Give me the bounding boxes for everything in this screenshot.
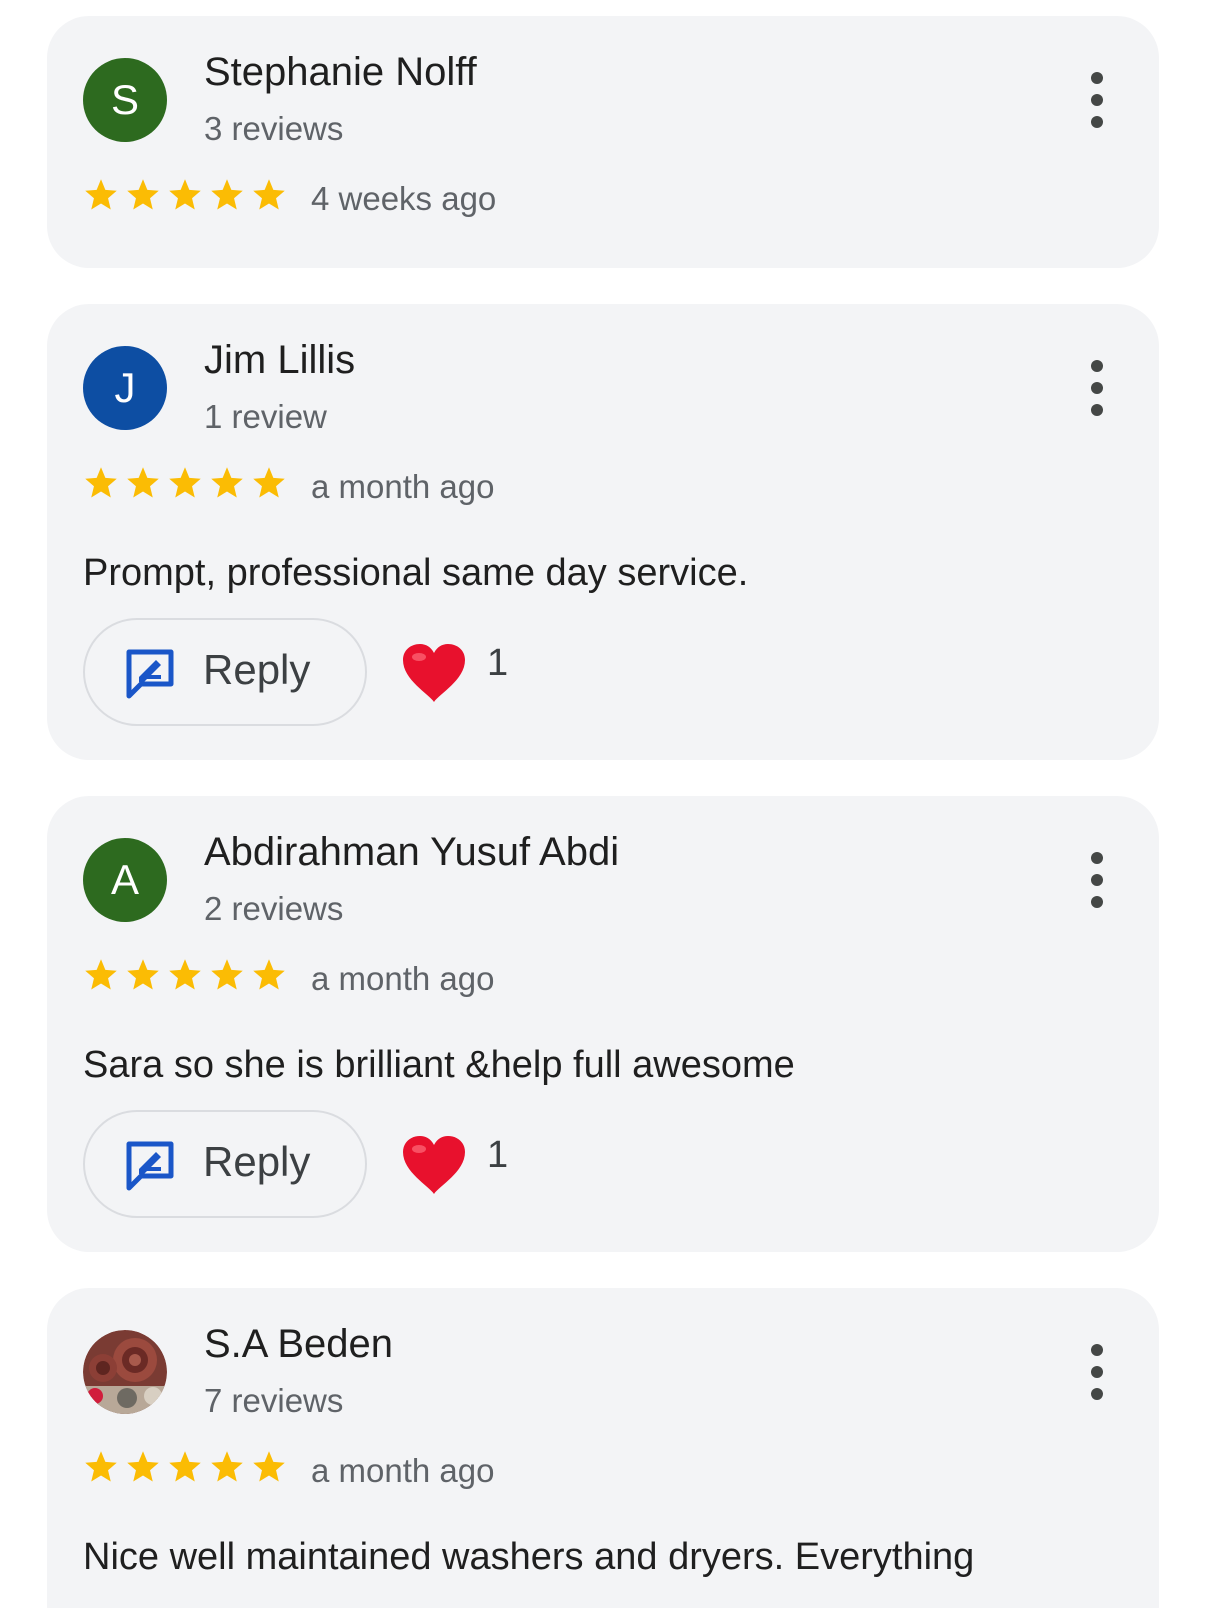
review-card: J Jim Lillis 1 review a month ago Prompt… [47,304,1159,760]
review-card: S.A Beden 7 reviews a month ago Nice wel… [47,1288,1159,1608]
review-time: a month ago [311,468,495,505]
star-icon [85,959,117,990]
reviewer-name[interactable]: Jim Lillis [204,338,355,383]
like-count: 1 [487,642,509,684]
review-text: Sara so she is brilliant &help full awes… [83,1044,795,1086]
reviewer-name[interactable]: Abdirahman Yusuf Abdi [204,830,619,875]
star-icon [85,1451,117,1482]
review-time: a month ago [311,1452,495,1489]
star-icon [85,467,117,498]
review-card: S Stephanie Nolff 3 reviews 4 weeks ago [47,16,1159,268]
star-icon [127,959,159,990]
avatar[interactable] [83,1330,167,1414]
star-icon [169,179,201,210]
star-icon [211,959,243,990]
star-icon [253,179,285,210]
star-rating [83,957,293,997]
star-icon [85,179,117,210]
review-count: 7 reviews [204,1382,344,1419]
reply-edit-icon [126,649,174,699]
more-options-icon[interactable] [1087,72,1107,128]
review-time: a month ago [311,960,495,997]
more-options-icon[interactable] [1087,1344,1107,1400]
avatar[interactable]: A [83,838,167,922]
review-time: 4 weeks ago [311,180,497,217]
star-icon [211,467,243,498]
more-options-icon[interactable] [1087,360,1107,416]
star-icon [169,467,201,498]
star-icon [169,1451,201,1482]
like-count: 1 [487,1134,509,1176]
review-text: Prompt, professional same day service. [83,552,749,594]
reply-button[interactable]: Reply [83,618,367,726]
avatar[interactable]: J [83,346,167,430]
reply-button[interactable]: Reply [83,1110,367,1218]
reply-label: Reply [203,1138,311,1185]
star-icon [253,959,285,990]
star-rating [83,177,293,217]
review-count: 2 reviews [204,890,344,927]
star-icon [127,179,159,210]
star-rating [83,465,293,505]
star-icon [127,1451,159,1482]
avatar[interactable]: S [83,58,167,142]
star-icon [211,1451,243,1482]
review-text: Nice well maintained washers and dryers.… [83,1536,975,1578]
reviewer-name[interactable]: S.A Beden [204,1322,393,1367]
star-icon [253,467,285,498]
heart-icon[interactable] [401,1134,467,1196]
heart-icon[interactable] [401,642,467,704]
more-options-icon[interactable] [1087,852,1107,908]
star-rating [83,1449,293,1489]
reply-edit-icon [126,1141,174,1191]
review-card: A Abdirahman Yusuf Abdi 2 reviews a mont… [47,796,1159,1252]
star-icon [253,1451,285,1482]
reply-label: Reply [203,646,311,693]
reviews-list: S Stephanie Nolff 3 reviews 4 weeks ago … [0,0,1206,1608]
star-icon [169,959,201,990]
review-count: 3 reviews [204,110,344,147]
star-icon [211,179,243,210]
star-icon [127,467,159,498]
review-count: 1 review [204,398,327,435]
reviewer-name[interactable]: Stephanie Nolff [204,50,477,95]
